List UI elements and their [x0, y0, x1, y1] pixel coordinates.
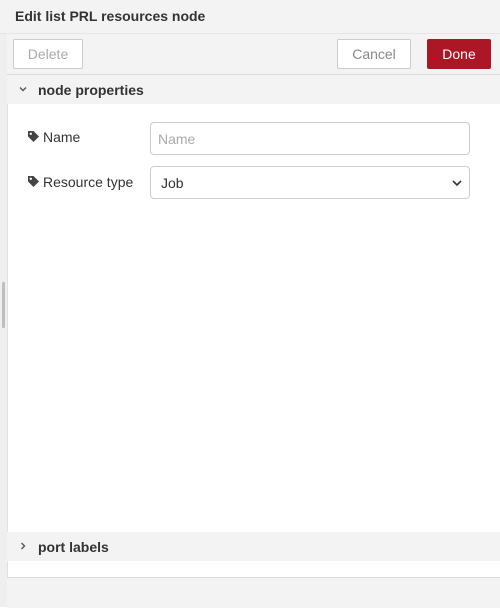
tray-toolbar: Delete Cancel Done — [7, 34, 500, 75]
tray-header: Edit list PRL resources node — [0, 0, 500, 34]
cancel-button[interactable]: Cancel — [337, 39, 411, 69]
done-button[interactable]: Done — [427, 39, 491, 69]
port-labels-label: port labels — [38, 539, 109, 555]
delete-button[interactable]: Delete — [13, 39, 83, 69]
name-label: Name — [43, 129, 81, 145]
tray-footer — [7, 577, 500, 608]
node-properties-header[interactable]: node properties — [7, 75, 500, 104]
resize-handle[interactable] — [2, 282, 5, 328]
port-labels-header[interactable]: port labels — [7, 532, 500, 561]
tray-title: Edit list PRL resources node — [15, 8, 206, 24]
resource-type-select[interactable]: Job — [150, 166, 470, 199]
chevron-down-icon — [19, 87, 27, 92]
chevron-right-icon — [21, 542, 26, 550]
tag-icon — [28, 176, 39, 187]
tag-icon — [28, 131, 39, 142]
name-input[interactable] — [150, 122, 470, 155]
chevron-down-icon — [452, 180, 462, 187]
resource-type-value: Job — [161, 175, 184, 191]
resource-type-label: Resource type — [43, 174, 134, 190]
node-properties-label: node properties — [38, 82, 144, 98]
